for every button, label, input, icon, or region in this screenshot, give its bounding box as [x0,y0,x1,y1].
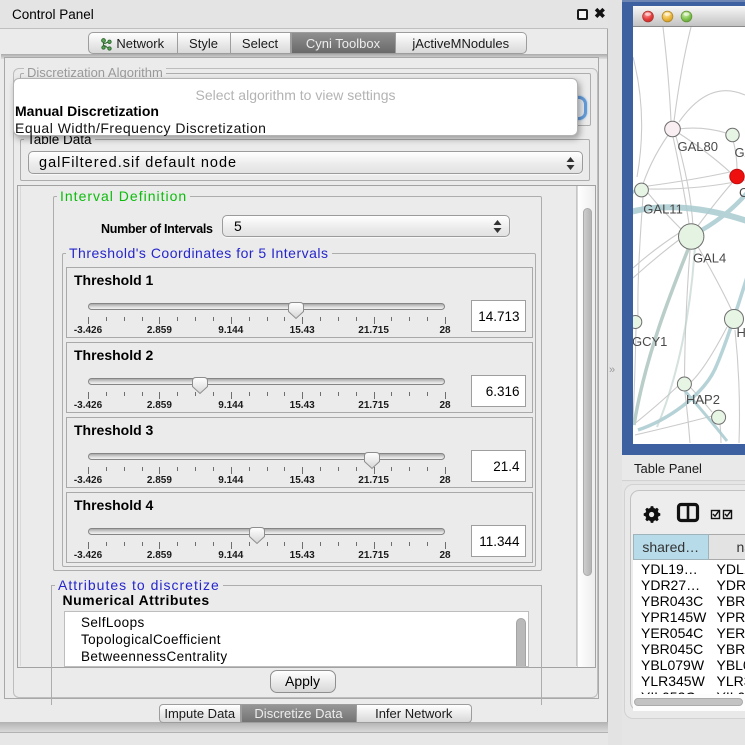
svg-text:GAL4: GAL4 [693,251,726,266]
svg-text:GCY1: GCY1 [633,334,667,349]
svg-text:GA: GA [734,145,745,160]
svg-text:CO: CO [739,185,745,200]
svg-text:GAL11: GAL11 [643,202,683,217]
svg-text:HAP2: HAP2 [686,392,720,407]
svg-text:HA: HA [736,325,745,340]
svg-text:GAL80: GAL80 [677,139,717,154]
